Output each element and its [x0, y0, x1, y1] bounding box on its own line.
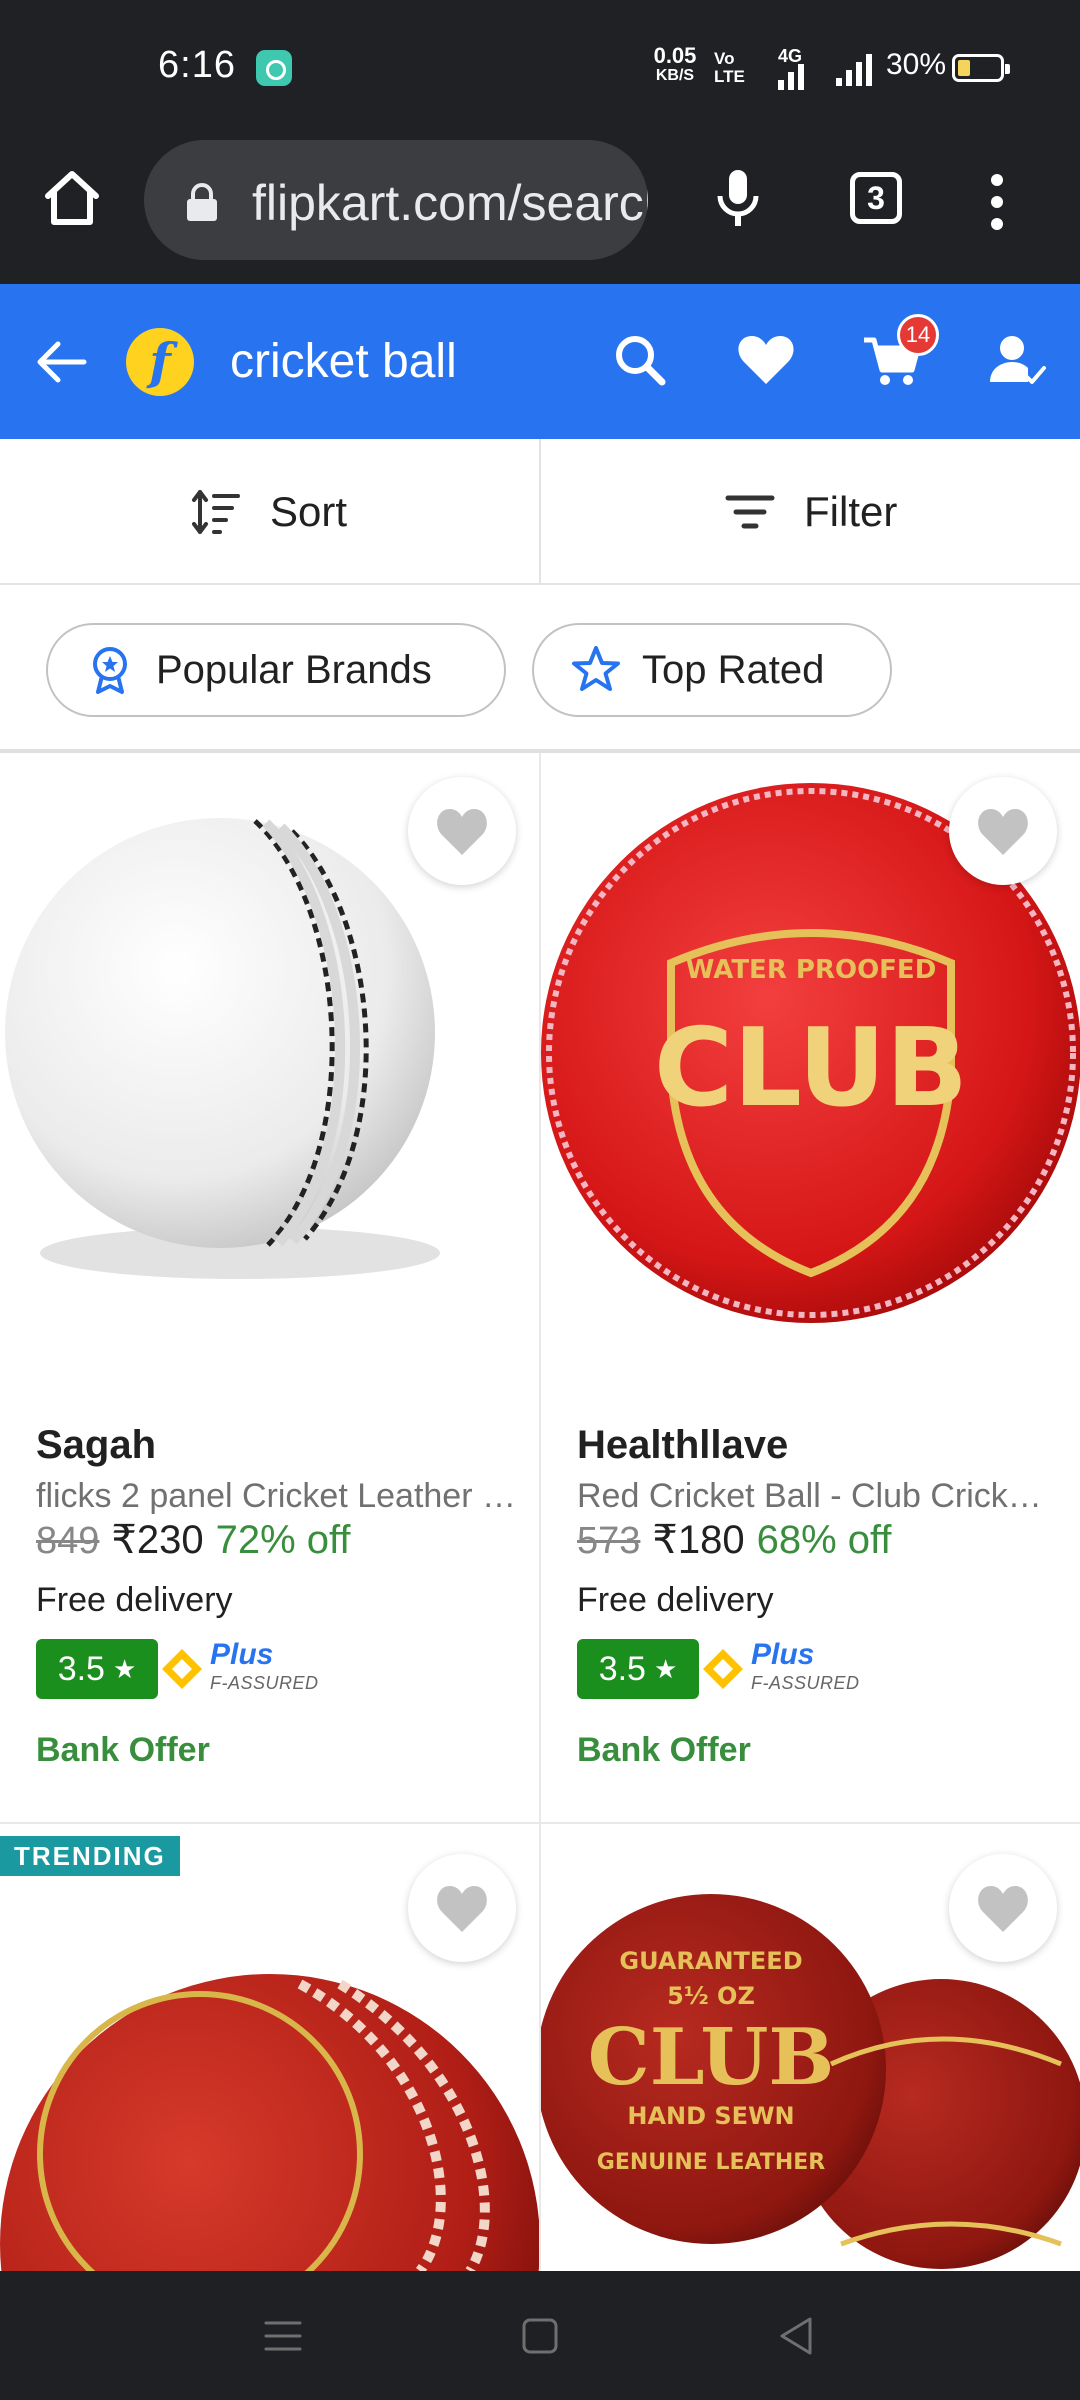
price-row: 573 ₹180 68% off [577, 1517, 892, 1563]
trending-tag: TRENDING [0, 1836, 180, 1876]
wishlist-button[interactable] [949, 1854, 1057, 1962]
status-time: 6:16 [158, 44, 236, 86]
plus-assured-badge: Plus F-ASSURED [701, 1639, 860, 1699]
original-price: 573 [577, 1520, 641, 1562]
network-speed: 0.05 KB/S [650, 43, 700, 86]
chip-popular-brands[interactable]: Popular Brands [46, 623, 506, 717]
sale-price: ₹180 [652, 1518, 745, 1562]
filter-icon [725, 495, 775, 529]
home-square-icon[interactable] [515, 2311, 565, 2361]
price-row: 849 ₹230 72% off [36, 1517, 351, 1563]
volte-top: Vo [714, 49, 735, 68]
star-icon: ★ [112, 1653, 137, 1684]
account-icon[interactable] [986, 328, 1050, 392]
volte-indicator: Vo LTE [714, 50, 745, 86]
rating-value: 3.5 [598, 1649, 646, 1688]
chip-label: Top Rated [642, 647, 825, 692]
product-title: flicks 2 panel Cricket Leather Ball [36, 1477, 516, 1515]
delivery-info: Free delivery [577, 1581, 774, 1619]
address-bar[interactable]: flipkart.com/search?q=cricket ball [144, 140, 648, 260]
delivery-info: Free delivery [36, 1581, 233, 1619]
search-icon[interactable] [608, 328, 672, 392]
mic-icon[interactable] [710, 166, 766, 230]
heart-icon[interactable] [734, 328, 798, 392]
assured-plus: Plus [210, 1638, 274, 1671]
search-query[interactable]: cricket ball [230, 334, 457, 389]
heart-icon [437, 809, 487, 855]
original-price: 849 [36, 1520, 100, 1562]
cart-count-badge: 14 [897, 314, 939, 356]
more-vert-icon[interactable] [982, 172, 1012, 232]
product-brand: Sagah [36, 1423, 157, 1467]
home-icon[interactable] [40, 166, 104, 230]
discount: 72% off [215, 1518, 351, 1562]
assured-label: F-ASSURED [751, 1673, 860, 1693]
product-card[interactable]: GUARANTEED 5½ OZ CLUB HAND SEWN GENUINE … [541, 1824, 1080, 2271]
wishlist-button[interactable] [408, 1854, 516, 1962]
discount: 68% off [756, 1518, 892, 1562]
sale-price: ₹230 [111, 1518, 204, 1562]
sort-icon [192, 490, 240, 534]
product-brand: Healthllave [577, 1423, 789, 1467]
image-text-sub: HAND SEWN [627, 2102, 794, 2130]
bank-offer: Bank Offer [36, 1731, 210, 1769]
product-grid: Sagah flicks 2 panel Cricket Leather Bal… [0, 753, 1080, 2271]
heart-icon [978, 1886, 1028, 1932]
image-text-top: WATER PROOFED [686, 955, 937, 985]
volte-bottom: LTE [714, 67, 745, 86]
back-triangle-icon[interactable] [772, 2311, 822, 2361]
sort-button[interactable]: Sort [190, 439, 347, 585]
back-arrow-icon[interactable] [30, 330, 94, 394]
plus-assured-badge: Plus F-ASSURED [160, 1639, 319, 1699]
flipkart-logo-icon[interactable]: f [126, 328, 194, 396]
star-outline-icon [572, 646, 620, 691]
status-bar: 6:16 0.05 KB/S Vo LTE 4G 30% [0, 0, 1080, 136]
bank-offer: Bank Offer [577, 1731, 751, 1769]
app-header: f cricket ball 14 [0, 284, 1080, 439]
system-nav-bar [0, 2271, 1080, 2400]
heart-icon [437, 1886, 487, 1932]
filter-chips: Popular Brands Top Rated [0, 587, 1080, 753]
network-speed-value: 0.05 [653, 43, 697, 68]
signal-icon [836, 52, 872, 86]
image-text-bottom: GENUINE LEATHER [597, 2150, 825, 2175]
tabs-icon[interactable]: 3 [850, 172, 902, 224]
product-card[interactable] [0, 1824, 539, 2271]
image-text-top: GUARANTEED [619, 1947, 802, 1975]
filter-label: Filter [804, 488, 898, 535]
rating-badge: 3.5 ★ [577, 1639, 699, 1699]
wishlist-button[interactable] [949, 777, 1057, 885]
battery-icon [952, 54, 1010, 82]
product-card[interactable]: Sagah flicks 2 panel Cricket Leather Bal… [0, 753, 539, 1822]
wishlist-button[interactable] [408, 777, 516, 885]
assured-plus: Plus [751, 1638, 815, 1671]
rating-value: 3.5 [57, 1649, 105, 1688]
filter-button[interactable]: Filter [724, 439, 897, 585]
assured-icon [162, 1649, 202, 1689]
heart-icon [978, 809, 1028, 855]
assured-icon [703, 1649, 743, 1689]
chip-label: Popular Brands [156, 647, 432, 692]
url-text: flipkart.com/search?q=cricket ball [252, 175, 648, 231]
product-card[interactable]: WATER PROOFED CLUB Healthllave Red Crick… [541, 753, 1080, 1822]
star-icon: ★ [653, 1653, 678, 1684]
rating-badge: 3.5 ★ [36, 1639, 158, 1699]
network-speed-unit: KB/S [655, 67, 695, 84]
signal-icon [778, 56, 804, 90]
product-title: Red Cricket Ball - Club Cricket Ball [577, 1477, 1057, 1515]
image-text-main: CLUB [654, 1006, 968, 1131]
sort-filter-bar: Sort Filter [0, 439, 1080, 585]
menu-icon[interactable] [258, 2311, 308, 2361]
chip-top-rated[interactable]: Top Rated [532, 623, 892, 717]
sort-label: Sort [270, 488, 348, 535]
lock-icon [187, 183, 217, 221]
image-text-main: CLUB [588, 2012, 835, 2103]
toolbar-divider [539, 439, 541, 585]
image-text-weight: 5½ OZ [667, 1982, 755, 2010]
badge-icon [93, 647, 127, 694]
browser-toolbar: flipkart.com/search?q=cricket ball 3 [0, 136, 1080, 284]
assured-label: F-ASSURED [210, 1673, 319, 1693]
chat-app-icon [256, 50, 292, 86]
battery-percent: 30% [886, 48, 947, 81]
